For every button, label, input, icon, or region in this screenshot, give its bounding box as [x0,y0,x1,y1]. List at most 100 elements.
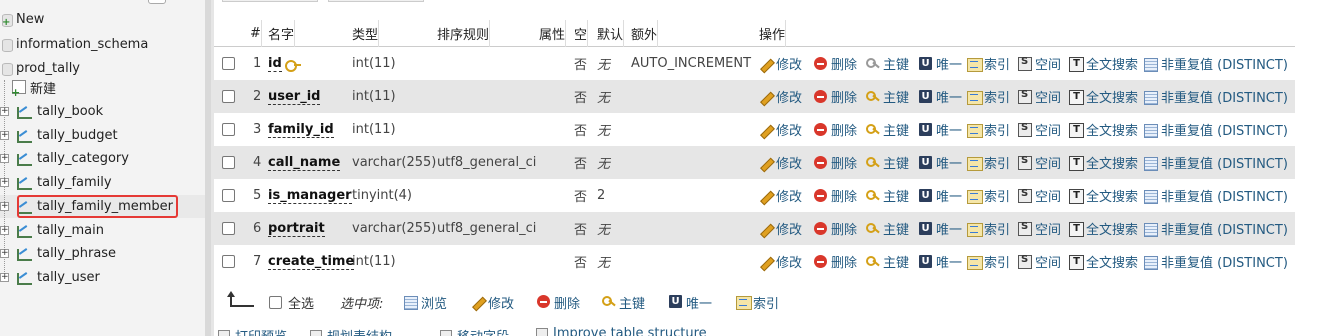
propose-structure-link[interactable]: 规划表结构 [310,326,392,336]
action-distinct[interactable]: 非重复值 (DISTINCT) [1144,179,1288,212]
top-tab-stub[interactable] [222,0,318,2]
action-distinct[interactable]: 非重复值 (DISTINCT) [1144,47,1288,80]
action-spatial[interactable]: 空间 [1018,80,1061,113]
expand-icon[interactable]: + [0,177,9,187]
column-name[interactable]: is_manager [268,188,352,204]
expand-icon[interactable]: + [0,201,9,211]
action-fulltext[interactable]: 全文搜索 [1069,146,1138,179]
header-attributes[interactable]: 属性 [539,20,567,47]
action-index[interactable]: 索引 [967,179,1010,212]
row-checkbox[interactable] [222,57,235,70]
move-columns-link[interactable]: 移动字段 [440,326,509,336]
column-name[interactable]: user_id [268,89,321,105]
bulk-drop-button[interactable]: 删除 [537,287,580,317]
action-distinct[interactable]: 非重复值 (DISTINCT) [1144,245,1288,278]
header-type[interactable]: 类型 [352,20,380,47]
bulk-primary-button[interactable]: 主键 [602,287,645,317]
column-name[interactable]: call_name [268,155,341,171]
nav-table-tally-book[interactable]: + tally_book [0,100,103,122]
action-drop[interactable]: 删除 [814,113,857,146]
header-extra[interactable]: 额外 [631,20,659,47]
action-primary[interactable]: 主键 [866,179,909,212]
action-drop[interactable]: 删除 [814,179,857,212]
action-unique[interactable]: 唯一 [919,80,962,113]
action-index[interactable]: 索引 [967,47,1010,80]
action-change[interactable]: 修改 [759,212,802,245]
nav-item-new-table[interactable]: 新建 [11,76,56,99]
nav-item-new[interactable]: New [2,8,44,30]
bulk-browse-button[interactable]: 浏览 [404,287,447,317]
action-primary[interactable]: 主键 [866,212,909,245]
nav-collapse-button[interactable] [148,0,166,4]
row-checkbox[interactable] [222,255,235,268]
action-change[interactable]: 修改 [759,47,802,80]
action-unique[interactable]: 唯一 [919,179,962,212]
action-drop[interactable]: 删除 [814,80,857,113]
action-spatial[interactable]: 空间 [1018,47,1061,80]
nav-table-tally-user[interactable]: + tally_user [0,266,100,288]
nav-table-tally-phrase[interactable]: + tally_phrase [0,242,116,264]
action-fulltext[interactable]: 全文搜索 [1069,113,1138,146]
header-null[interactable]: 空 [574,20,589,47]
header-name[interactable]: 名字 [268,20,296,47]
action-drop[interactable]: 删除 [814,146,857,179]
action-fulltext[interactable]: 全文搜索 [1069,47,1138,80]
action-spatial[interactable]: 空间 [1018,245,1061,278]
expand-icon[interactable]: + [0,106,9,116]
action-fulltext[interactable]: 全文搜索 [1069,80,1138,113]
action-spatial[interactable]: 空间 [1018,179,1061,212]
bulk-change-button[interactable]: 修改 [471,287,514,317]
action-fulltext[interactable]: 全文搜索 [1069,212,1138,245]
expand-icon[interactable]: + [0,225,9,235]
action-primary[interactable]: 主键 [866,245,909,278]
action-unique[interactable]: 唯一 [919,146,962,179]
action-distinct[interactable]: 非重复值 (DISTINCT) [1144,113,1288,146]
nav-item-information-schema[interactable]: information_schema [2,33,148,55]
action-primary[interactable]: 主键 [866,80,909,113]
action-change[interactable]: 修改 [759,179,802,212]
action-index[interactable]: 索引 [967,212,1010,245]
action-unique[interactable]: 唯一 [919,212,962,245]
bulk-index-button[interactable]: 索引 [736,287,779,317]
expand-icon[interactable]: + [0,272,9,282]
action-fulltext[interactable]: 全文搜索 [1069,179,1138,212]
check-all-checkbox[interactable] [269,295,282,309]
header-collation[interactable]: 排序规则 [437,20,491,47]
action-index[interactable]: 索引 [967,146,1010,179]
action-distinct[interactable]: 非重复值 (DISTINCT) [1144,146,1288,179]
action-spatial[interactable]: 空间 [1018,113,1061,146]
column-name[interactable]: family_id [268,122,334,138]
action-change[interactable]: 修改 [759,113,802,146]
action-change[interactable]: 修改 [759,245,802,278]
action-fulltext[interactable]: 全文搜索 [1069,245,1138,278]
nav-table-tally-main[interactable]: + tally_main [0,219,104,241]
column-name[interactable]: create_time [268,254,355,270]
action-primary[interactable]: 主键 [866,113,909,146]
row-checkbox[interactable] [222,222,235,235]
nav-table-tally-family[interactable]: + tally_family [0,171,112,193]
action-unique[interactable]: 唯一 [919,245,962,278]
action-drop[interactable]: 删除 [814,245,857,278]
action-primary[interactable]: 主键 [866,47,909,80]
column-name[interactable]: portrait [268,221,325,237]
action-index[interactable]: 索引 [967,80,1010,113]
expand-icon[interactable]: + [0,130,9,140]
row-checkbox[interactable] [222,189,235,202]
action-change[interactable]: 修改 [759,146,802,179]
action-primary[interactable]: 主键 [866,146,909,179]
action-unique[interactable]: 唯一 [919,113,962,146]
improve-structure-link[interactable]: Improve table structure [536,326,707,336]
action-index[interactable]: 索引 [967,245,1010,278]
action-spatial[interactable]: 空间 [1018,146,1061,179]
action-distinct[interactable]: 非重复值 (DISTINCT) [1144,80,1288,113]
expand-icon[interactable]: + [0,248,9,258]
action-drop[interactable]: 删除 [814,47,857,80]
row-checkbox[interactable] [222,156,235,169]
action-spatial[interactable]: 空间 [1018,212,1061,245]
row-checkbox[interactable] [222,90,235,103]
column-name[interactable]: id [268,56,282,72]
nav-table-tally-budget[interactable]: + tally_budget [0,124,118,146]
nav-table-tally-category[interactable]: + tally_category [0,147,129,169]
bulk-unique-button[interactable]: 唯一 [669,287,712,317]
expand-icon[interactable]: + [0,153,9,163]
